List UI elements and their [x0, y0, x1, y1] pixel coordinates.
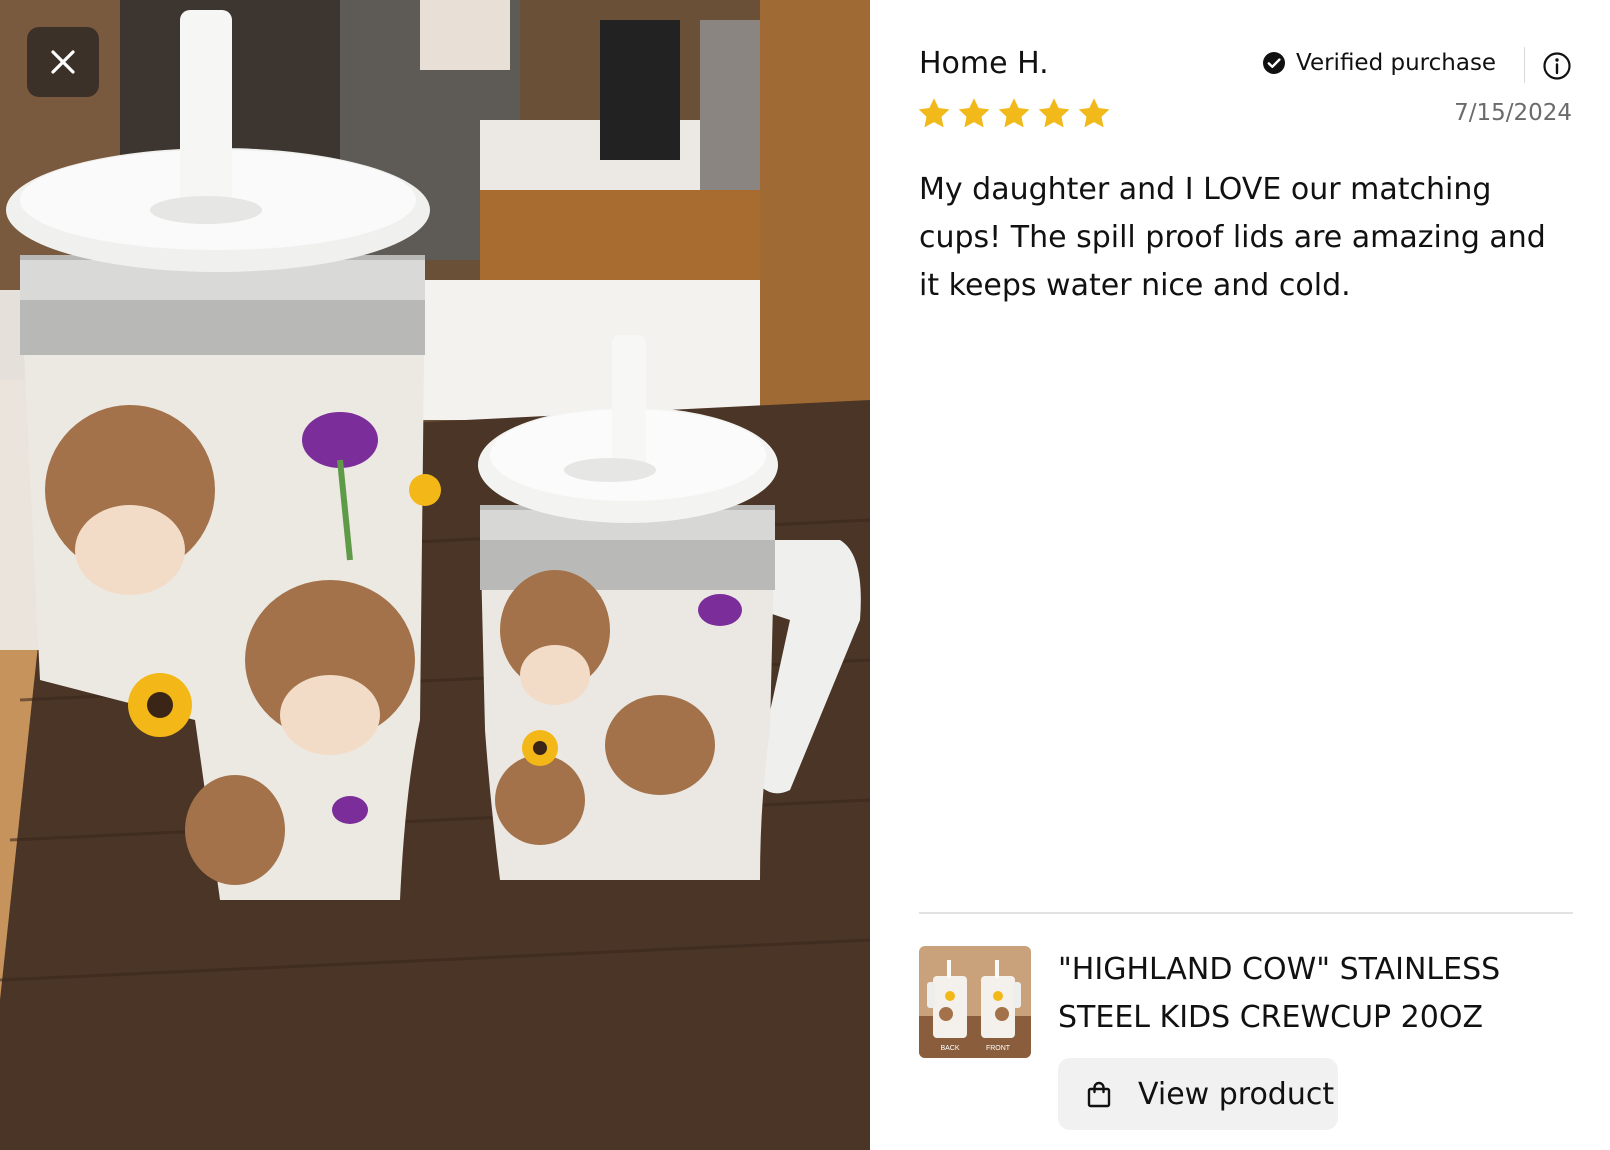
- info-icon[interactable]: [1542, 51, 1572, 81]
- review-photo: [0, 0, 870, 1150]
- header-divider: [1524, 47, 1525, 83]
- close-button[interactable]: [27, 27, 99, 97]
- view-product-button[interactable]: View product: [1058, 1058, 1338, 1130]
- verified-purchase-badge: Verified purchase: [1262, 50, 1496, 76]
- review-panel: Home H. Verified purchase 7/15/2024 My d…: [870, 0, 1610, 1150]
- view-product-label: View product: [1138, 1076, 1335, 1112]
- review-text: My daughter and I LOVE our matching cups…: [919, 172, 1546, 303]
- review-date: 7/15/2024: [1454, 100, 1572, 126]
- star-icon: [998, 98, 1030, 128]
- close-icon: [51, 50, 75, 74]
- verified-purchase-label: Verified purchase: [1296, 50, 1497, 76]
- reviewer-name: Home H.: [919, 46, 1049, 81]
- shopping-bag-icon: [1087, 1081, 1111, 1108]
- star-icon: [1038, 98, 1070, 128]
- thumb-label-front: FRONT: [986, 1045, 1011, 1052]
- review-photo-image: [0, 0, 870, 1150]
- star-icon: [958, 98, 990, 128]
- star-icon: [918, 98, 950, 128]
- star-icon: [1078, 98, 1110, 128]
- check-circle-icon: [1263, 52, 1285, 74]
- product-thumbnail[interactable]: BACK FRONT: [919, 946, 1031, 1058]
- star-rating: [916, 96, 1112, 132]
- product-thumbnail-image: BACK FRONT: [919, 946, 1031, 1058]
- section-divider: [919, 912, 1573, 914]
- product-title[interactable]: "HIGHLAND COW" STAINLESS STEEL KIDS CREW…: [1058, 946, 1558, 1042]
- thumb-label-back: BACK: [940, 1045, 959, 1052]
